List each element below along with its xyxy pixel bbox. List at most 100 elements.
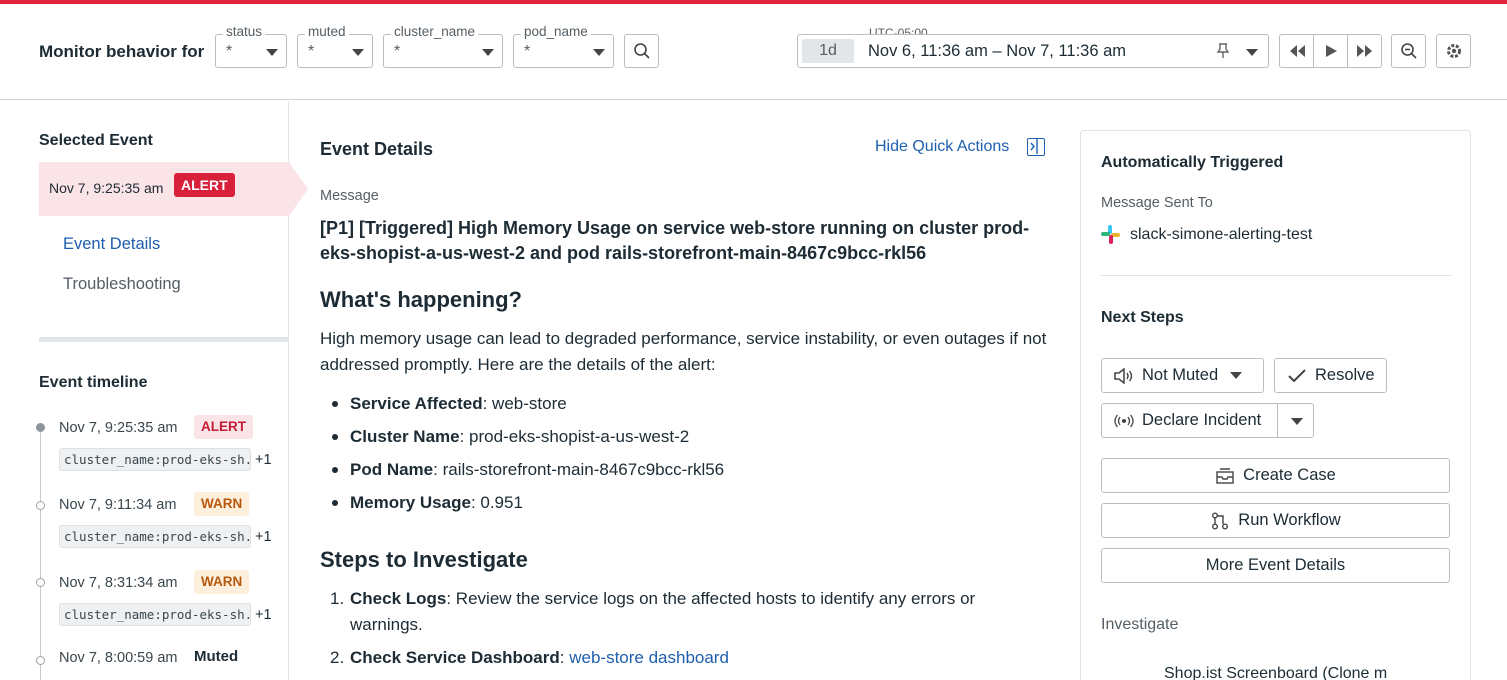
more-event-details-button[interactable]: More Event Details [1101, 548, 1450, 583]
chevron-down-icon [1230, 372, 1243, 379]
divider [39, 337, 289, 342]
timeline-title: Event timeline [39, 374, 148, 391]
timeline-time: Nov 7, 9:25:35 am [59, 420, 178, 436]
steps-list: 1. Check Logs: Review the service logs on… [320, 586, 1050, 678]
time-range-picker[interactable]: 1d Nov 6, 11:36 am – Nov 7, 11:36 am [797, 34, 1269, 68]
time-range-text: Nov 6, 11:36 am – Nov 7, 11:36 am [868, 42, 1127, 60]
status-badge: ALERT [174, 173, 235, 197]
left-sidebar: Selected Event Nov 7, 9:25:35 am ALERT E… [0, 101, 308, 680]
divider [1101, 275, 1451, 276]
cluster-name-filter-label: cluster_name [391, 24, 479, 40]
list-item: Memory Usage: 0.951 [320, 486, 1050, 519]
pod-name-filter-value: * [524, 43, 531, 60]
nav-event-details[interactable]: Event Details [63, 235, 160, 254]
timeline-line [40, 427, 41, 680]
timeline-time: Nov 7, 8:31:34 am [59, 575, 178, 591]
intro-paragraph: High memory usage can lead to degraded p… [320, 329, 1047, 374]
rewind-button[interactable] [1280, 35, 1313, 67]
split-divider [1277, 404, 1278, 437]
collapse-panel-icon[interactable] [1027, 138, 1045, 156]
alert-details-list: Service Affected: web-store Cluster Name… [320, 387, 1050, 519]
play-icon [1325, 45, 1337, 57]
timeline-dot [36, 656, 45, 665]
chevron-down-icon[interactable] [1291, 418, 1303, 425]
pin-icon[interactable] [1216, 43, 1230, 59]
chevron-down-icon [593, 49, 605, 56]
speaker-icon [1114, 367, 1133, 384]
selected-event-title: Selected Event [39, 132, 153, 149]
run-workflow-button[interactable]: Run Workflow [1101, 503, 1450, 538]
screenboard-link[interactable]: Shop.ist Screenboard (Clone m [1164, 665, 1434, 680]
chevron-down-icon [482, 49, 494, 56]
list-item: Cluster Name: prod-eks-shopist-a-us-west… [320, 420, 1050, 453]
list-item: Pod Name: rails-storefront-main-8467c9bc… [320, 453, 1050, 486]
check-icon [1288, 368, 1306, 382]
nav-troubleshooting[interactable]: Troubleshooting [63, 275, 181, 294]
alert-message: [P1] [Triggered] High Memory Usage on se… [320, 218, 1030, 263]
quick-actions-panel: Automatically Triggered Message Sent To … [1080, 130, 1471, 680]
time-range-pill[interactable]: 1d [802, 39, 854, 63]
selected-event-time: Nov 7, 9:25:35 am [49, 180, 164, 196]
tag-chip[interactable]: cluster_name:prod-eks-sh... [59, 603, 251, 626]
status-badge: ALERT [194, 415, 253, 439]
cluster-name-filter[interactable]: cluster_name * [383, 24, 503, 68]
status-badge: Muted [194, 648, 239, 665]
status-badge: WARN [194, 492, 250, 516]
workflow-icon [1212, 512, 1229, 529]
list-item: 1. Check Logs: Review the service logs on… [330, 589, 976, 634]
tag-chip[interactable]: cluster_name:prod-eks-sh... [59, 525, 251, 548]
chevron-down-icon [266, 49, 278, 56]
status-filter-label: status [223, 24, 266, 40]
more-tags-count[interactable]: +1 [255, 607, 272, 623]
timeline-dot [36, 578, 45, 587]
fast-forward-icon [1356, 45, 1372, 57]
hide-quick-actions-link[interactable]: Hide Quick Actions [875, 138, 1009, 156]
tag-chip[interactable]: cluster_name:prod-eks-sh... [59, 448, 251, 471]
monitor-header: Monitor behavior for status * muted * cl… [0, 4, 1507, 100]
playback-controls [1279, 34, 1382, 68]
heading-steps: Steps to Investigate [320, 547, 528, 572]
more-tags-count[interactable]: +1 [255, 529, 272, 545]
pod-name-filter[interactable]: pod_name * [513, 24, 614, 68]
create-case-button[interactable]: Create Case [1101, 458, 1450, 493]
dashboard-link[interactable]: web-store dashboard [569, 648, 729, 667]
muted-filter-label: muted [305, 24, 349, 40]
slack-icon [1101, 225, 1120, 244]
mute-dropdown-button[interactable]: Not Muted [1101, 358, 1264, 393]
timeline-time: Nov 7, 8:00:59 am [59, 650, 178, 666]
muted-filter-value: * [308, 43, 315, 60]
timeline-time: Nov 7, 9:11:34 am [59, 497, 177, 513]
trigger-title: Automatically Triggered [1101, 154, 1284, 171]
slack-channel-name: slack-simone-alerting-test [1130, 225, 1313, 243]
timeline-dot [36, 501, 45, 510]
muted-filter[interactable]: muted * [297, 24, 373, 68]
slack-channel[interactable]: slack-simone-alerting-test [1101, 225, 1312, 244]
status-filter-value: * [226, 43, 233, 60]
section-title: Event Details [320, 139, 434, 159]
search-button[interactable] [624, 34, 659, 68]
pod-name-filter-label: pod_name [521, 24, 591, 40]
incident-icon [1114, 414, 1134, 427]
fast-forward-button[interactable] [1348, 35, 1381, 67]
header-title: Monitor behavior for [39, 42, 205, 61]
status-badge: WARN [194, 570, 250, 594]
next-steps-title: Next Steps [1101, 309, 1184, 326]
rewind-icon [1289, 45, 1305, 57]
more-tags-count[interactable]: +1 [255, 452, 272, 468]
settings-button[interactable] [1436, 34, 1471, 68]
chevron-down-icon [352, 49, 364, 56]
resolve-button[interactable]: Resolve [1274, 358, 1387, 393]
list-item: 2. Check Service Dashboard: web-store das… [330, 648, 729, 667]
zoom-out-icon [1400, 43, 1417, 59]
search-icon [633, 43, 650, 59]
chevron-down-icon[interactable] [1246, 49, 1258, 56]
status-filter[interactable]: status * [215, 24, 287, 68]
list-item: Service Affected: web-store [320, 387, 1050, 420]
play-button[interactable] [1313, 35, 1348, 67]
declare-incident-button[interactable]: Declare Incident [1101, 403, 1314, 438]
zoom-out-button[interactable] [1391, 34, 1426, 68]
heading-whats-happening: What's happening? [320, 287, 522, 312]
selected-event-card[interactable]: Nov 7, 9:25:35 am ALERT [39, 162, 289, 216]
inbox-icon [1216, 467, 1234, 484]
investigate-label: Investigate [1101, 616, 1179, 633]
